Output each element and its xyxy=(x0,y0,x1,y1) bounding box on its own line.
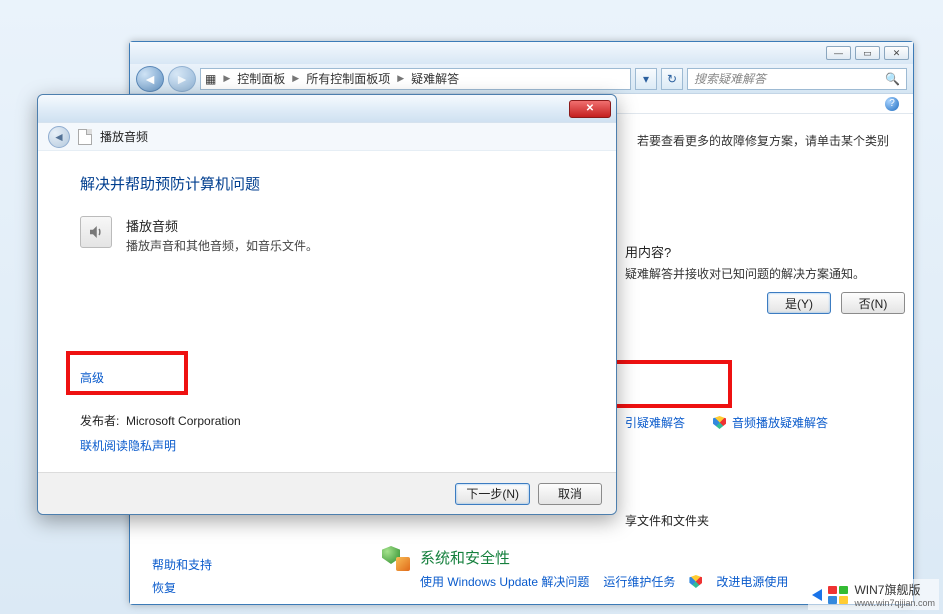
system-security-icon xyxy=(382,543,410,571)
document-icon xyxy=(78,129,92,145)
dialog-close-button[interactable]: ✕ xyxy=(569,100,611,118)
audio-icon xyxy=(80,216,112,248)
search-input[interactable]: 搜索疑难解答 🔍 xyxy=(687,68,907,90)
breadcrumb-item[interactable]: 所有控制面板项 xyxy=(306,70,390,87)
breadcrumb-item[interactable]: 控制面板 xyxy=(237,70,285,87)
breadcrumb[interactable]: ▦ ▶ 控制面板 ▶ 所有控制面板项 ▶ 疑难解答 xyxy=(200,68,631,90)
speaker-icon xyxy=(87,223,105,241)
watermark-url: www.win7qijian.com xyxy=(854,598,935,608)
window-titlebar: — ▭ ✕ xyxy=(130,42,913,64)
audio-description: 播放声音和其他音频，如音乐文件。 xyxy=(126,237,318,254)
nav-forward-button[interactable]: ► xyxy=(168,66,196,92)
help-icon[interactable]: ? xyxy=(885,97,899,111)
maintenance-link[interactable]: 运行维护任务 xyxy=(603,573,675,590)
dialog-body: 解决并帮助预防计算机问题 播放音频 播放声音和其他音频，如音乐文件。 高级 发布… xyxy=(38,151,616,472)
power-link[interactable]: 改进电源使用 xyxy=(716,573,788,590)
prompt-sub: 疑难解答并接收对已知问题的解决方案通知。 xyxy=(625,265,905,282)
advanced-link[interactable]: 高级 xyxy=(80,369,241,386)
chevron-right-icon: ▶ xyxy=(397,73,404,84)
publisher-line: 发布者: Microsoft Corporation xyxy=(80,412,241,429)
cancel-button[interactable]: 取消 xyxy=(538,483,602,505)
dialog-titlebar: ✕ xyxy=(38,95,616,123)
prompt-title: 用内容? xyxy=(625,242,905,261)
ts-link-partial[interactable]: 引疑难解答 xyxy=(625,414,685,431)
dialog-footer: 下一步(N) 取消 xyxy=(38,472,616,514)
minimize-button[interactable]: — xyxy=(826,46,851,60)
search-icon[interactable]: 🔍 xyxy=(885,72,900,86)
close-button[interactable]: ✕ xyxy=(884,46,909,60)
yes-button[interactable]: 是(Y) xyxy=(767,292,831,314)
dialog-header-title: 播放音频 xyxy=(100,128,148,145)
indicator-icon xyxy=(812,589,822,601)
search-placeholder: 搜索疑难解答 xyxy=(694,70,766,87)
dialog-header: ◄ 播放音频 xyxy=(38,123,616,151)
bottom-area: 帮助和支持 恢复 系统和安全性 使用 Windows Update 解决问题 运… xyxy=(152,556,892,596)
refresh-button[interactable]: ↻ xyxy=(661,68,683,90)
windows-logo-icon xyxy=(828,586,848,604)
troubleshoot-links: 引疑难解答 音频播放疑难解答 xyxy=(625,414,925,431)
dialog-main-title: 解决并帮助预防计算机问题 xyxy=(80,173,582,194)
shield-icon xyxy=(713,416,726,429)
maximize-button[interactable]: ▭ xyxy=(855,46,880,60)
publisher-value: Microsoft Corporation xyxy=(126,414,241,428)
nav-back-button[interactable]: ◄ xyxy=(136,66,164,92)
prompt-block: 用内容? 疑难解答并接收对已知问题的解决方案通知。 是(Y) 否(N) xyxy=(625,242,905,314)
privacy-link[interactable]: 联机阅读隐私声明 xyxy=(80,437,241,454)
system-security-title[interactable]: 系统和安全性 xyxy=(420,547,510,568)
chevron-right-icon: ▶ xyxy=(223,73,230,84)
windows-update-link[interactable]: 使用 Windows Update 解决问题 xyxy=(420,573,589,590)
no-button[interactable]: 否(N) xyxy=(841,292,905,314)
chevron-right-icon: ▶ xyxy=(292,73,299,84)
audio-troubleshoot-link[interactable]: 音频播放疑难解答 xyxy=(732,414,828,431)
shield-icon xyxy=(689,575,702,588)
publisher-label: 发布者: xyxy=(80,414,119,428)
dialog-back-button[interactable]: ◄ xyxy=(48,126,70,148)
dropdown-button[interactable]: ▾ xyxy=(635,68,657,90)
next-button[interactable]: 下一步(N) xyxy=(455,483,530,505)
share-line: 享文件和文件夹 xyxy=(625,512,709,529)
watermark: WIN7旗舰版 www.win7qijian.com xyxy=(808,579,939,610)
system-security-section: 系统和安全性 使用 Windows Update 解决问题 运行维护任务 改进电… xyxy=(382,543,882,590)
breadcrumb-item[interactable]: 疑难解答 xyxy=(411,70,459,87)
audio-title: 播放音频 xyxy=(126,216,318,235)
troubleshooter-dialog: ✕ ◄ 播放音频 解决并帮助预防计算机问题 播放音频 播放声音和其他音频，如音乐… xyxy=(37,94,617,515)
breadcrumb-root-icon: ▦ xyxy=(205,72,216,86)
address-bar: ◄ ► ▦ ▶ 控制面板 ▶ 所有控制面板项 ▶ 疑难解答 ▾ ↻ 搜索疑难解答… xyxy=(130,64,913,94)
watermark-title: WIN7旗舰版 xyxy=(854,581,935,598)
